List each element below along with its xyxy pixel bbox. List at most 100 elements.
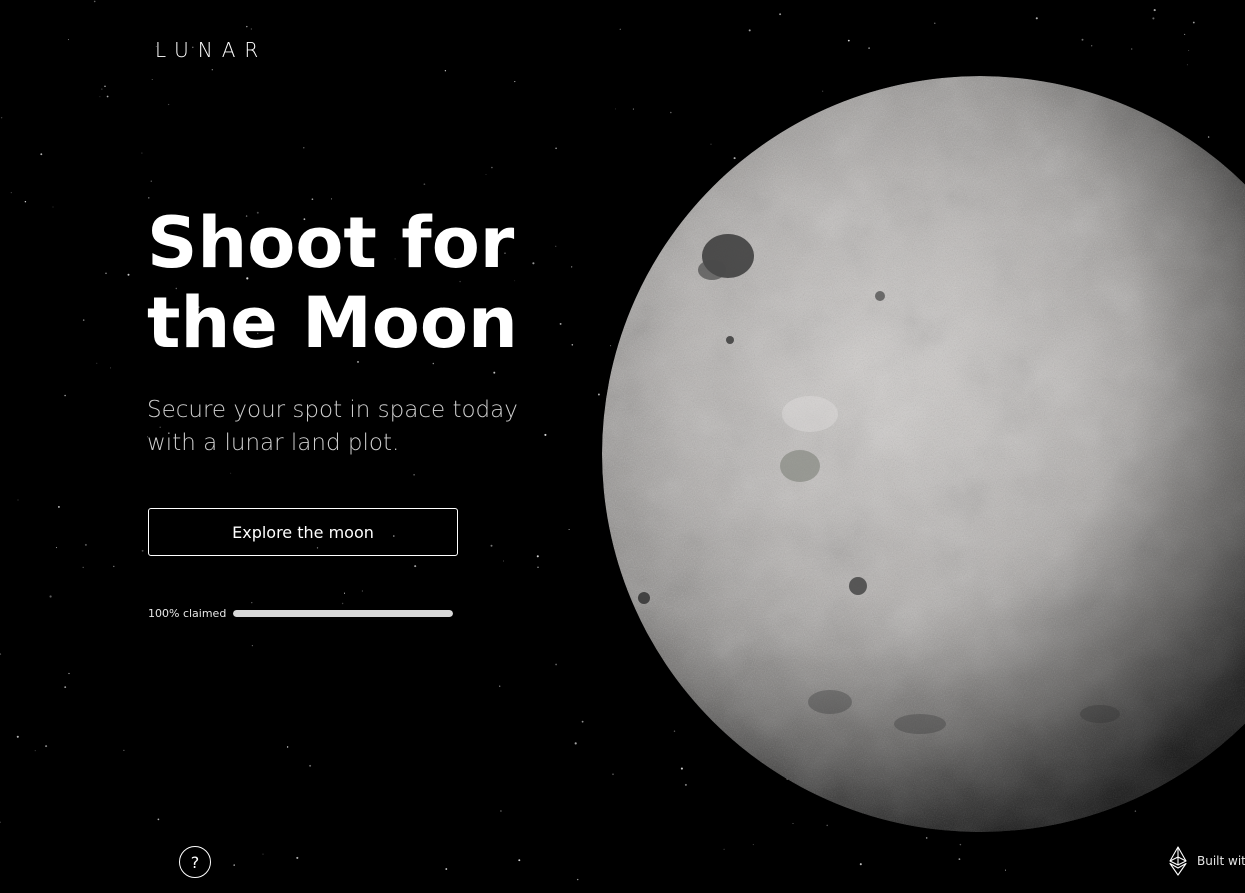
star xyxy=(1153,9,1156,12)
star xyxy=(555,663,557,666)
star xyxy=(113,565,115,568)
star xyxy=(1184,33,1186,35)
star xyxy=(68,672,70,675)
help-button[interactable]: ? xyxy=(179,846,211,878)
star xyxy=(568,529,570,530)
claimed-progress-bar xyxy=(233,610,453,617)
star xyxy=(303,147,305,149)
star xyxy=(57,505,60,508)
star xyxy=(93,0,96,3)
star xyxy=(414,565,417,568)
star xyxy=(343,592,346,594)
star xyxy=(536,555,539,558)
star xyxy=(99,96,101,98)
landing-page: LUNAR Shoot for the Moon Secure your spo… xyxy=(0,0,1245,893)
question-icon: ? xyxy=(190,852,200,872)
star xyxy=(17,499,19,501)
headline-line-2: the Moon xyxy=(147,282,518,364)
star xyxy=(67,39,69,41)
star xyxy=(311,198,314,201)
star xyxy=(64,686,67,688)
star xyxy=(576,878,579,881)
hero-headline: Shoot for the Moon xyxy=(147,203,567,363)
star xyxy=(544,433,547,436)
star xyxy=(309,764,312,767)
star xyxy=(0,653,2,655)
star xyxy=(1188,49,1190,51)
star xyxy=(571,344,574,346)
explore-moon-button[interactable]: Explore the moon xyxy=(148,508,458,556)
star xyxy=(958,858,961,860)
star xyxy=(141,152,143,154)
star xyxy=(45,745,48,748)
moon-image xyxy=(600,74,1245,834)
star xyxy=(24,200,27,203)
star xyxy=(847,39,850,42)
star xyxy=(230,472,232,474)
star xyxy=(96,362,98,364)
brand-logo[interactable]: LUNAR xyxy=(155,38,267,62)
star xyxy=(151,79,153,81)
star xyxy=(555,147,557,150)
star xyxy=(499,685,501,687)
star xyxy=(518,859,521,862)
star xyxy=(262,853,264,855)
star xyxy=(34,750,36,752)
star xyxy=(148,197,150,199)
star xyxy=(581,720,584,723)
star xyxy=(296,856,299,859)
subtitle-line-2: with a lunar land plot. xyxy=(147,430,400,456)
star xyxy=(490,544,493,547)
star xyxy=(101,88,103,90)
star xyxy=(251,645,253,647)
star xyxy=(499,810,502,812)
star xyxy=(503,560,505,562)
star xyxy=(485,174,487,176)
star xyxy=(104,85,106,88)
star xyxy=(748,29,751,32)
star xyxy=(157,818,160,821)
star xyxy=(110,367,112,369)
star xyxy=(341,602,344,605)
star xyxy=(1035,17,1038,20)
star xyxy=(82,319,85,321)
star xyxy=(127,273,130,276)
star xyxy=(723,848,725,850)
star xyxy=(250,28,252,30)
star xyxy=(1081,38,1084,41)
star xyxy=(444,70,447,72)
star xyxy=(1186,64,1188,66)
built-with-text: Built with xyxy=(1197,854,1245,868)
star xyxy=(779,13,782,16)
star xyxy=(1192,21,1195,24)
star xyxy=(141,549,144,552)
star xyxy=(167,103,170,106)
star xyxy=(934,22,936,24)
star xyxy=(423,183,426,186)
star xyxy=(233,864,235,866)
star xyxy=(571,266,573,268)
star xyxy=(286,746,289,748)
star xyxy=(10,192,12,194)
subtitle-line-1: Secure your spot in space today xyxy=(147,397,518,423)
ethereum-icon xyxy=(1169,846,1187,876)
star xyxy=(0,821,1,823)
claimed-progress-fill xyxy=(233,610,453,617)
star xyxy=(1131,48,1133,50)
claimed-progress-label: 100% claimed xyxy=(148,607,227,620)
star xyxy=(361,590,363,592)
star xyxy=(246,25,248,28)
star xyxy=(55,547,58,549)
star xyxy=(150,180,153,182)
star xyxy=(0,117,3,119)
star xyxy=(123,749,125,751)
star xyxy=(1152,17,1155,20)
built-with-link[interactable]: Built with xyxy=(1168,845,1245,877)
star xyxy=(251,602,253,604)
star xyxy=(84,543,87,546)
star xyxy=(619,28,621,30)
star xyxy=(537,566,539,568)
star xyxy=(959,843,962,846)
star xyxy=(445,868,448,870)
star xyxy=(40,153,43,156)
